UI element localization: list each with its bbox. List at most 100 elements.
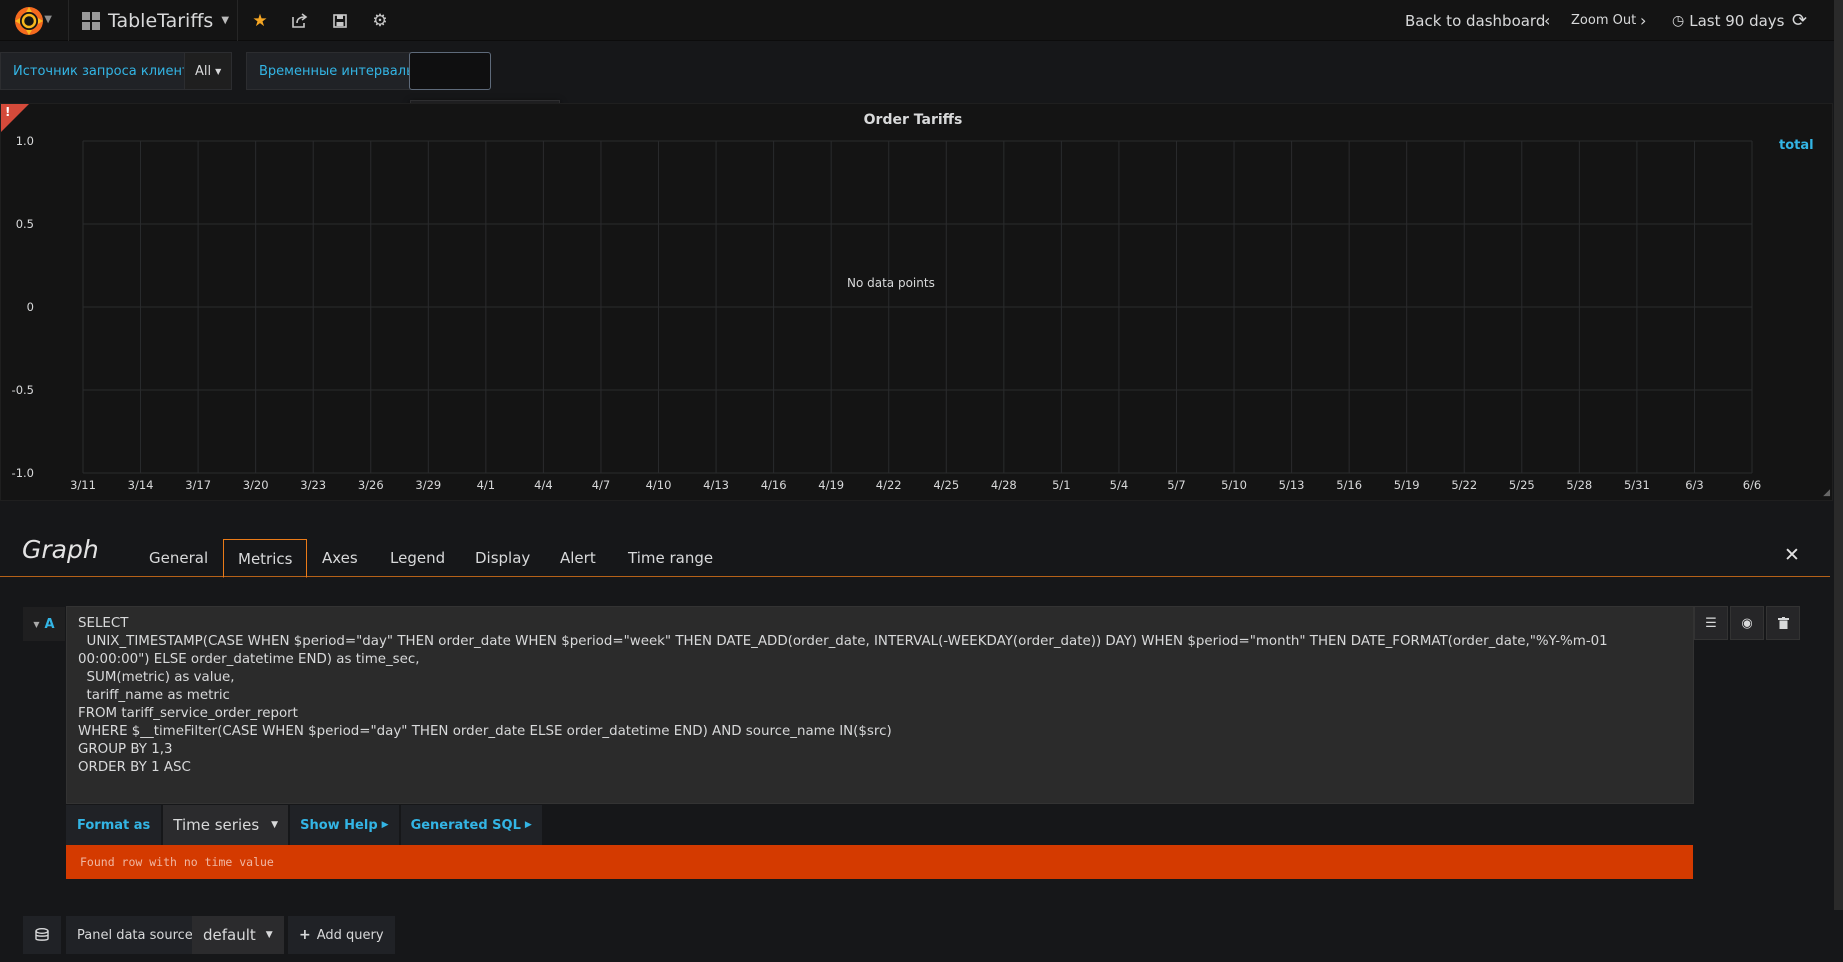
format-as-label: Format as <box>66 805 164 845</box>
x-tick-label: 3/23 <box>300 478 326 492</box>
x-tick-label: 5/1 <box>1052 478 1071 492</box>
x-tick-label: 5/16 <box>1336 478 1362 492</box>
query-error-message: Found row with no time value <box>66 845 1693 879</box>
query-ref-id: A <box>44 616 55 632</box>
legend-item-total[interactable]: total <box>1779 138 1814 153</box>
x-tick-label: 3/17 <box>185 478 211 492</box>
x-tick-label: 5/7 <box>1167 478 1186 492</box>
tab-alert[interactable]: Alert <box>546 539 610 577</box>
x-tick-label: 4/22 <box>876 478 902 492</box>
editor-title: Graph <box>22 535 99 564</box>
panel-title[interactable]: Order Tariffs <box>1 112 1825 128</box>
y-tick-label: 0.5 <box>16 217 34 231</box>
x-tick-label: 4/28 <box>991 478 1017 492</box>
no-data-message: No data points <box>847 276 935 290</box>
graph-panel: 1.0 0.5 0 -0.5 -1.0 3/11 3/14 3/17 3/20 3/23 3/26 3… <box>0 103 1833 501</box>
x-tick-label: 3/14 <box>128 478 154 492</box>
tab-general[interactable]: General <box>135 539 222 577</box>
back-to-dashboard-link[interactable]: Back to dashboard <box>1405 0 1545 41</box>
variable-select-source[interactable]: All ▼ <box>184 52 233 90</box>
close-icon[interactable]: ✕ <box>1784 544 1800 566</box>
y-tick-label: -1.0 <box>12 466 34 480</box>
x-tick-label: 6/3 <box>1685 478 1704 492</box>
trash-icon[interactable] <box>1766 606 1800 640</box>
caret-down-icon: ▼ <box>271 820 279 830</box>
share-icon[interactable] <box>282 0 318 41</box>
save-icon[interactable] <box>322 0 358 41</box>
star-icon[interactable]: ★ <box>242 0 278 41</box>
add-query-button[interactable]: + Add query <box>288 916 395 954</box>
grafana-logo-menu[interactable]: ▼ <box>0 0 58 41</box>
gear-icon[interactable]: ⚙ <box>362 0 398 41</box>
tabs-underline <box>0 576 1830 577</box>
resize-handle-icon[interactable]: ◢ <box>1823 488 1830 498</box>
tab-metrics[interactable]: Metrics <box>223 539 308 578</box>
refresh-icon[interactable]: ⟳ <box>1792 0 1807 41</box>
x-tick-label: 5/19 <box>1394 478 1420 492</box>
time-range-label: Last 90 days <box>1689 11 1785 30</box>
tab-legend[interactable]: Legend <box>376 539 459 577</box>
x-tick-label: 4/19 <box>818 478 844 492</box>
sql-query-editor[interactable]: SELECT UNIX_TIMESTAMP(CASE WHEN $period=… <box>66 606 1694 804</box>
caret-right-icon: ▶ <box>381 820 389 830</box>
variable-label-source: Источник запроса клиента <box>0 52 211 90</box>
chevron-down-icon: ▼ <box>44 14 52 25</box>
tab-display[interactable]: Display <box>461 539 544 577</box>
variable-label-interval: Временные интервалы <box>246 52 430 90</box>
dashboard-title: TableTariffs <box>108 9 214 32</box>
grafana-icon <box>15 6 43 35</box>
tab-axes[interactable]: Axes <box>308 539 372 577</box>
x-tick-label: 4/25 <box>933 478 959 492</box>
generated-sql-label: Generated SQL <box>410 817 521 833</box>
query-row-toggle[interactable]: ▼ A <box>23 607 65 641</box>
panel-data-source-label: Panel data source <box>66 916 204 954</box>
variable-source-value: All <box>195 63 212 79</box>
x-tick-label: 5/10 <box>1221 478 1247 492</box>
caret-down-icon: ▼ <box>221 15 230 26</box>
caret-down-icon: ▼ <box>265 930 273 940</box>
y-tick-label: 1.0 <box>16 134 34 148</box>
x-tick-label: 6/6 <box>1743 478 1762 492</box>
dashboard-picker[interactable]: TableTariffs ▼ <box>82 0 229 41</box>
x-tick-label: 4/13 <box>703 478 729 492</box>
x-tick-label: 4/10 <box>646 478 672 492</box>
x-tick-label: 4/4 <box>534 478 553 492</box>
data-source-value: default <box>203 926 256 944</box>
x-tick-label: 3/20 <box>243 478 269 492</box>
x-tick-label: 5/28 <box>1566 478 1592 492</box>
divider <box>237 0 238 41</box>
database-icon[interactable] <box>23 916 61 954</box>
panel-data-source-select[interactable]: default ▼ <box>192 916 284 954</box>
x-tick-label: 5/13 <box>1279 478 1305 492</box>
eye-icon[interactable]: ◉ <box>1730 606 1764 640</box>
caret-down-icon: ▼ <box>215 66 222 76</box>
time-picker-button[interactable]: ◷ Last 90 days <box>1672 0 1785 41</box>
add-query-label: Add query <box>316 927 384 943</box>
zoom-out-label: Zoom Out <box>1571 13 1637 28</box>
generated-sql-button[interactable]: Generated SQL ▶ <box>400 805 544 845</box>
format-as-select[interactable]: Time series ▼ <box>163 805 291 845</box>
x-tick-label: 3/26 <box>358 478 384 492</box>
top-navbar: ▼ TableTariffs ▼ ★ ⚙ Back to dashboard ‹… <box>0 0 1843 41</box>
x-tick-label: 3/11 <box>70 478 96 492</box>
divider <box>68 0 69 41</box>
plus-icon: + <box>299 927 311 943</box>
x-tick-label: 5/22 <box>1451 478 1477 492</box>
chevron-right-icon[interactable]: › <box>1640 0 1646 41</box>
y-tick-label: -0.5 <box>12 383 34 397</box>
dashboard-grid-icon <box>82 11 100 30</box>
scrollbar[interactable] <box>1834 0 1843 910</box>
x-tick-label: 5/4 <box>1110 478 1129 492</box>
hamburger-menu-icon[interactable]: ☰ <box>1694 606 1728 640</box>
x-tick-label: 5/25 <box>1509 478 1535 492</box>
clock-icon: ◷ <box>1672 12 1685 29</box>
chevron-left-icon[interactable]: ‹ <box>1544 0 1550 41</box>
x-tick-label: 4/7 <box>592 478 611 492</box>
variable-input-interval[interactable] <box>409 52 491 90</box>
zoom-out-button[interactable]: Zoom Out <box>1571 0 1636 41</box>
x-tick-label: 5/31 <box>1624 478 1650 492</box>
back-to-dashboard-label: Back to dashboard <box>1405 11 1546 30</box>
y-tick-label: 0 <box>27 300 34 314</box>
show-help-button[interactable]: Show Help ▶ <box>290 805 401 845</box>
tab-time-range[interactable]: Time range <box>614 539 727 577</box>
